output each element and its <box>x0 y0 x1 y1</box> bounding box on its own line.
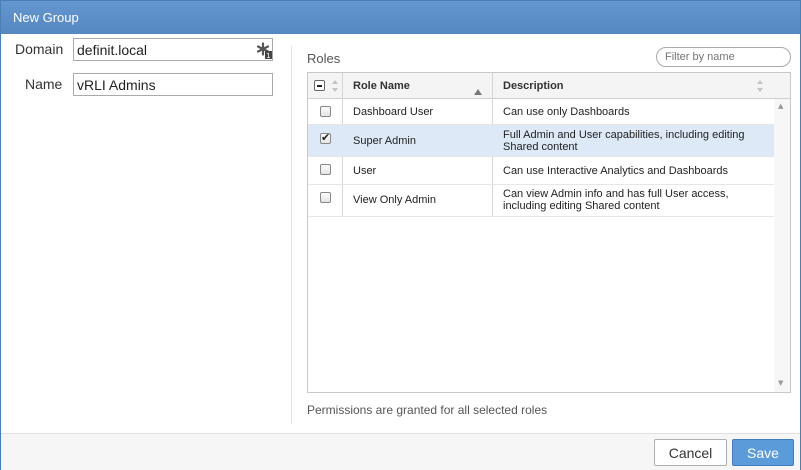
role-row[interactable]: Dashboard User Can use only Dashboards <box>308 99 774 125</box>
save-button[interactable]: Save <box>732 439 794 466</box>
role-checkbox[interactable] <box>320 131 331 144</box>
sort-ascending-icon[interactable] <box>474 82 482 100</box>
dialog-titlebar: New Group <box>1 1 800 34</box>
role-name: Super Admin <box>353 135 416 147</box>
domain-label: Domain <box>15 41 64 57</box>
domain-input[interactable] <box>73 38 273 61</box>
new-group-dialog: New Group Domain 1 Name Roles Role Name <box>0 0 801 470</box>
role-name: View Only Admin <box>353 194 436 206</box>
role-name: User <box>353 165 377 177</box>
permissions-note: Permissions are granted for all selected… <box>307 403 548 417</box>
select-all-checkbox[interactable] <box>314 80 325 91</box>
column-separator <box>342 73 343 99</box>
roles-grid-header: Role Name Description <box>308 73 790 99</box>
roles-grid: Role Name Description Dashboard User Can… <box>307 72 791 393</box>
role-checkbox[interactable] <box>320 164 331 175</box>
dialog-title: New Group <box>13 10 79 25</box>
sort-icon[interactable] <box>756 79 764 98</box>
role-description: Can use only Dashboards <box>503 106 630 118</box>
role-name: Dashboard User <box>353 106 434 118</box>
column-header-description[interactable]: Description <box>503 80 564 92</box>
name-input[interactable] <box>73 73 273 96</box>
role-description: Can view Admin info and has full User ac… <box>503 188 729 212</box>
sort-icon[interactable] <box>331 79 339 98</box>
roles-filter-input[interactable] <box>656 47 791 67</box>
column-header-role-name[interactable]: Role Name <box>353 80 410 92</box>
cancel-button[interactable]: Cancel <box>654 439 727 466</box>
roles-label: Roles <box>307 51 341 66</box>
role-checkbox[interactable] <box>320 192 331 203</box>
role-row[interactable]: View Only Admin Can view Admin info and … <box>308 185 774 217</box>
domain-picker-icon[interactable]: 1 <box>256 42 272 60</box>
scroll-down-icon[interactable]: ▼ <box>778 379 783 387</box>
roles-grid-scrollbar[interactable]: ▲ ▼ <box>774 99 790 392</box>
scroll-up-icon[interactable]: ▲ <box>778 102 783 110</box>
role-checkbox[interactable] <box>320 106 331 117</box>
pane-divider <box>291 46 292 424</box>
role-row[interactable]: Super Admin Full Admin and User capabili… <box>308 125 774 157</box>
role-description: Can use Interactive Analytics and Dashbo… <box>503 165 729 177</box>
name-label: Name <box>25 76 63 92</box>
role-row[interactable]: User Can use Interactive Analytics and D… <box>308 157 774 185</box>
svg-text:1: 1 <box>266 52 270 59</box>
role-description: Full Admin and User capabilities, includ… <box>503 129 745 153</box>
column-separator <box>492 73 493 99</box>
